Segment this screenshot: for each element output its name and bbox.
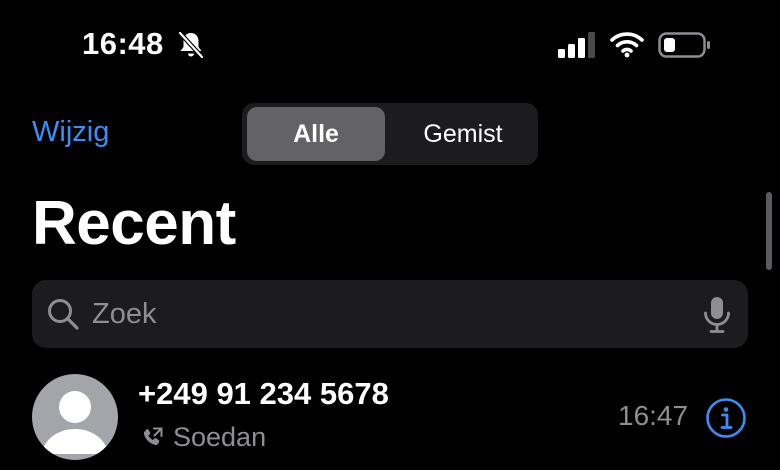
call-list-item[interactable]: +249 91 234 5678 Soedan 16:47 [0,370,780,470]
person-silhouette-icon [41,391,109,454]
segment-missed[interactable]: Gemist [392,107,534,161]
info-icon[interactable] [705,397,747,439]
call-time: 16:47 [618,400,689,431]
segment-all[interactable]: Alle [247,107,385,161]
battery-icon [658,32,710,58]
page-title: Recent [32,189,236,258]
status-bar: 16:48 [0,0,780,90]
segmented-control: Alle Gemist [242,103,538,165]
microphone-icon[interactable] [702,296,732,334]
status-time: 16:48 [82,26,164,61]
search-bar[interactable] [32,280,748,348]
call-subtitle: Soedan [173,422,267,452]
wifi-icon [610,32,644,58]
search-icon [48,299,79,330]
phone-outgoing-icon [143,427,163,445]
avatar [32,374,118,460]
scroll-indicator[interactable] [766,192,772,270]
caller-number: +249 91 234 5678 [138,376,389,411]
cellular-signal-icon [558,32,595,58]
edit-button[interactable]: Wijzig [32,116,109,149]
bell-slash-icon [178,31,204,59]
search-input[interactable] [92,294,672,334]
